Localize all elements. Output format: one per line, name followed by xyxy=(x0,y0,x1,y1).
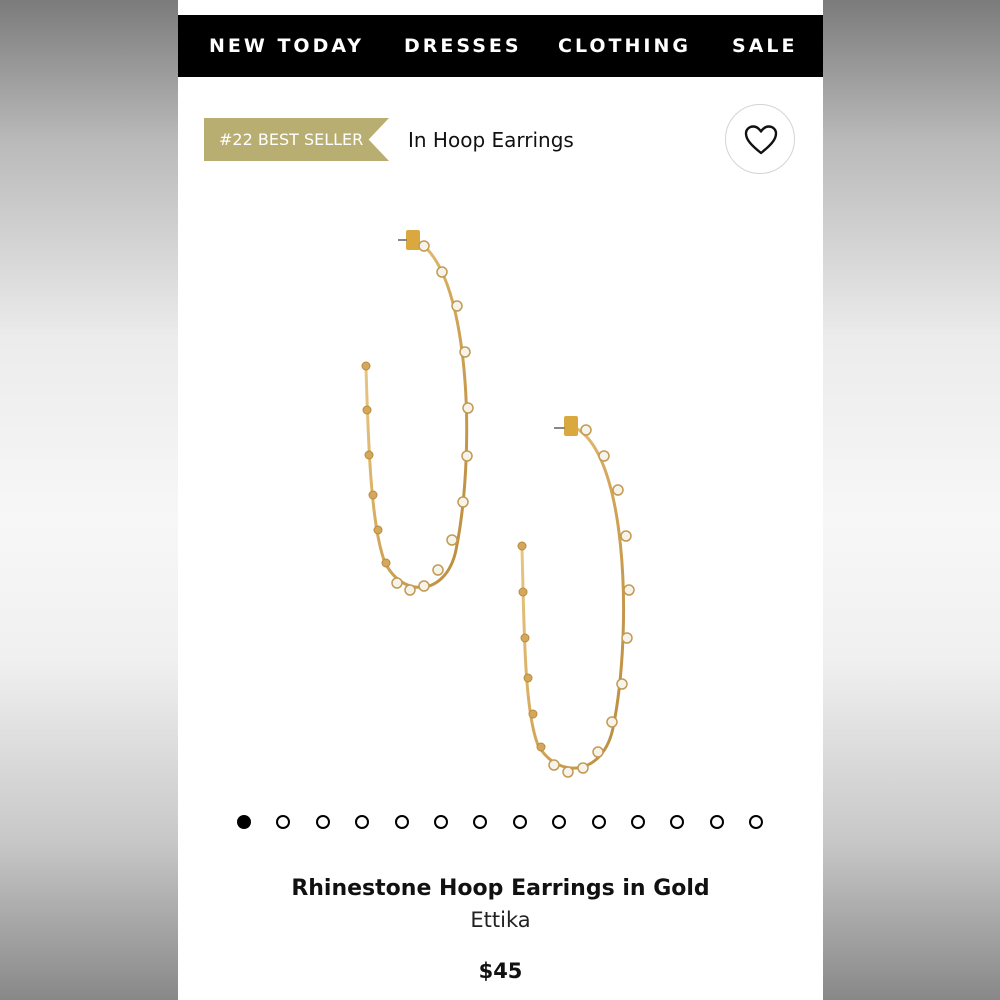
right-earring xyxy=(517,416,635,778)
wishlist-button[interactable] xyxy=(725,104,795,174)
post-clasp-icon xyxy=(406,230,420,250)
product-brand[interactable]: Ettika xyxy=(178,908,823,932)
carousel-dot-10[interactable] xyxy=(592,815,606,829)
product-price: $45 xyxy=(478,959,523,983)
heart-outline-icon xyxy=(744,125,778,155)
best-seller-label: #22 BEST SELLER xyxy=(219,130,364,149)
left-earring xyxy=(361,230,474,596)
carousel-dot-8[interactable] xyxy=(513,815,527,829)
carousel-dot-4[interactable] xyxy=(355,815,369,829)
carousel-dot-13[interactable] xyxy=(710,815,724,829)
post-clasp-icon xyxy=(564,416,578,436)
product-title: Rhinestone Hoop Earrings in Gold xyxy=(291,876,710,901)
top-navigation: NEW TODAY DRESSES CLOTHING SALE xyxy=(178,15,823,77)
nav-item-clothing[interactable]: CLOTHING xyxy=(558,15,691,77)
carousel-dot-2[interactable] xyxy=(276,815,290,829)
rhinestones xyxy=(391,240,474,596)
best-seller-badge: #22 BEST SELLER xyxy=(204,118,389,161)
carousel-dot-1[interactable] xyxy=(237,815,251,829)
nav-item-sale[interactable]: SALE xyxy=(732,15,797,77)
image-carousel-indicators xyxy=(237,815,767,831)
carousel-dot-5[interactable] xyxy=(395,815,409,829)
mobile-product-page: NEW TODAY DRESSES CLOTHING SALE #22 BEST… xyxy=(178,0,823,1000)
carousel-dot-3[interactable] xyxy=(316,815,330,829)
carousel-dot-6[interactable] xyxy=(434,815,448,829)
product-image[interactable] xyxy=(328,220,658,790)
carousel-dot-12[interactable] xyxy=(670,815,684,829)
carousel-dot-14[interactable] xyxy=(749,815,763,829)
nav-item-dresses[interactable]: DRESSES xyxy=(404,15,522,77)
rhinestones xyxy=(548,424,635,778)
carousel-dot-11[interactable] xyxy=(631,815,645,829)
nav-item-new-today[interactable]: NEW TODAY xyxy=(209,15,364,77)
category-link[interactable]: In Hoop Earrings xyxy=(408,124,574,156)
carousel-dot-7[interactable] xyxy=(473,815,487,829)
carousel-dot-9[interactable] xyxy=(552,815,566,829)
